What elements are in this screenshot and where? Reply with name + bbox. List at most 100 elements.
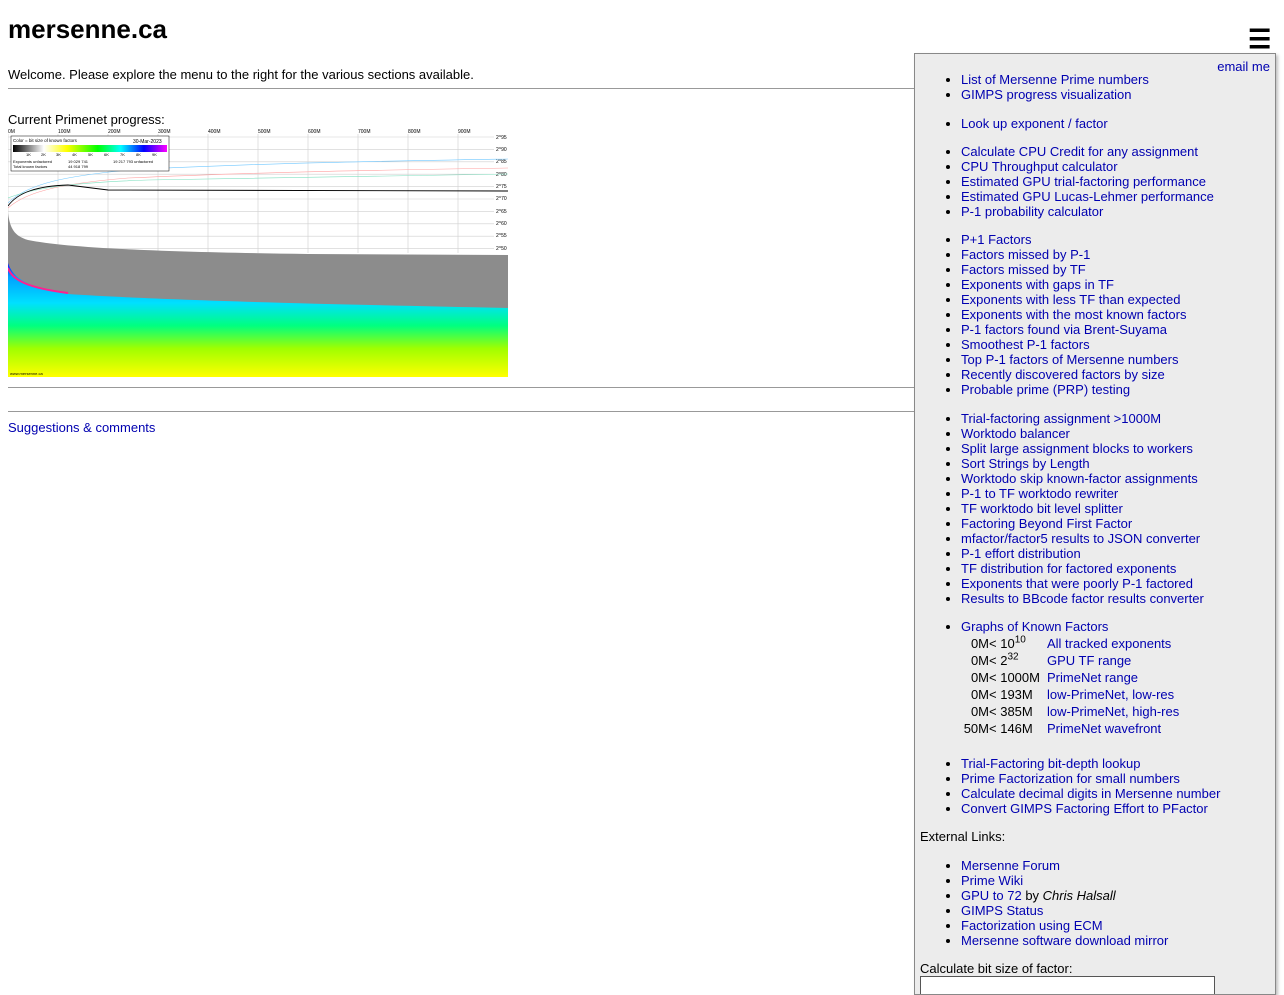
menu-item[interactable]: Recently discovered factors by size — [961, 367, 1186, 382]
menu-link[interactable]: P-1 effort distribution — [961, 546, 1081, 561]
menu-item[interactable]: Factorization using ECM — [961, 918, 1168, 933]
legend-color-scale — [13, 145, 167, 152]
external-link-gpu72[interactable]: GPU to 72 — [961, 888, 1022, 903]
menu-item[interactable]: Worktodo skip known-factor assignments — [961, 471, 1204, 486]
menu-item[interactable]: mfactor/factor5 results to JSON converte… — [961, 531, 1204, 546]
external-link-prime-wiki[interactable]: Prime Wiki — [961, 873, 1023, 888]
menu-link[interactable]: Calculate CPU Credit for any assignment — [961, 144, 1198, 159]
primenet-progress-chart[interactable]: 0M 100M 200M 300M 400M 500M 600M 700M 80… — [8, 128, 508, 377]
menu-link[interactable]: Calculate decimal digits in Mersenne num… — [961, 786, 1220, 801]
hamburger-menu-icon[interactable]: ☰ — [1248, 26, 1271, 52]
menu-link[interactable]: Exponents with the most known factors — [961, 307, 1186, 322]
menu-item[interactable]: Estimated GPU trial-factoring performanc… — [961, 174, 1214, 189]
menu-link[interactable]: Trial-Factoring bit-depth lookup — [961, 756, 1140, 771]
menu-item[interactable]: Probable prime (PRP) testing — [961, 382, 1186, 397]
menu-link[interactable]: TF worktodo bit level splitter — [961, 501, 1123, 516]
menu-item[interactable]: TF distribution for factored exponents — [961, 561, 1204, 576]
menu-item[interactable]: CPU Throughput calculator — [961, 159, 1214, 174]
external-link-download-mirror[interactable]: Mersenne software download mirror — [961, 933, 1168, 948]
menu-link[interactable]: P+1 Factors — [961, 232, 1031, 247]
menu-item[interactable]: Factoring Beyond First Factor — [961, 516, 1204, 531]
menu-item[interactable]: P-1 probability calculator — [961, 204, 1214, 219]
menu-item[interactable]: TF worktodo bit level splitter — [961, 501, 1204, 516]
graph-link[interactable]: PrimeNet range — [1047, 670, 1138, 685]
menu-link[interactable]: Top P-1 factors of Mersenne numbers — [961, 352, 1179, 367]
menu-link[interactable]: P-1 probability calculator — [961, 204, 1103, 219]
menu-link[interactable]: Factors missed by TF — [961, 262, 1086, 277]
y-tick-label: 2^95 — [496, 135, 507, 141]
menu-link[interactable]: Recently discovered factors by size — [961, 367, 1165, 382]
menu-link-graphs[interactable]: Graphs of Known Factors — [961, 619, 1108, 634]
menu-item[interactable]: Calculate CPU Credit for any assignment — [961, 144, 1214, 159]
menu-link[interactable]: Probable prime (PRP) testing — [961, 382, 1130, 397]
menu-link[interactable]: TF distribution for factored exponents — [961, 561, 1176, 576]
external-link-gimps-status[interactable]: GIMPS Status — [961, 903, 1043, 918]
menu-link[interactable]: mfactor/factor5 results to JSON converte… — [961, 531, 1200, 546]
menu-link-lookup[interactable]: Look up exponent / factor — [961, 116, 1108, 131]
menu-link[interactable]: Worktodo skip known-factor assignments — [961, 471, 1198, 486]
graph-link[interactable]: low-PrimeNet, high-res — [1047, 704, 1179, 719]
menu-link-gimps-progress[interactable]: GIMPS progress visualization — [961, 87, 1132, 102]
graph-link[interactable]: All tracked exponents — [1047, 636, 1171, 651]
bit-size-label: Calculate bit size of factor: — [920, 961, 1073, 976]
menu-item[interactable]: Top P-1 factors of Mersenne numbers — [961, 352, 1186, 367]
menu-link-mersenne-primes[interactable]: List of Mersenne Prime numbers — [961, 72, 1149, 87]
menu-link[interactable]: Split large assignment blocks to workers — [961, 441, 1193, 456]
menu-link[interactable]: Smoothest P-1 factors — [961, 337, 1090, 352]
bit-size-input[interactable] — [920, 976, 1215, 994]
menu-link[interactable]: P-1 to TF worktodo rewriter — [961, 486, 1118, 501]
suggestions-comments-link[interactable]: Suggestions & comments — [8, 420, 155, 435]
menu-item[interactable]: Exponents with gaps in TF — [961, 277, 1186, 292]
menu-item[interactable]: P-1 to TF worktodo rewriter — [961, 486, 1204, 501]
menu-item[interactable]: Prime Factorization for small numbers — [961, 771, 1220, 786]
menu-item[interactable]: Split large assignment blocks to workers — [961, 441, 1204, 456]
menu-item[interactable]: Trial-Factoring bit-depth lookup — [961, 756, 1220, 771]
email-me-link[interactable]: email me — [1217, 59, 1270, 74]
menu-item[interactable]: Exponents with less TF than expected — [961, 292, 1186, 307]
menu-link[interactable]: Worktodo balancer — [961, 426, 1070, 441]
menu-item[interactable]: P+1 Factors — [961, 232, 1186, 247]
menu-item[interactable]: P-1 effort distribution — [961, 546, 1204, 561]
menu-item[interactable]: Graphs of Known Factors — [961, 619, 1108, 634]
menu-item[interactable]: GIMPS Status — [961, 903, 1168, 918]
menu-link[interactable]: Factors missed by P-1 — [961, 247, 1090, 262]
menu-item[interactable]: Exponents with the most known factors — [961, 307, 1186, 322]
graph-row: 0M < 193M low-PrimeNet, low-res — [970, 687, 1175, 702]
graph-link[interactable]: GPU TF range — [1047, 653, 1131, 668]
menu-link[interactable]: Sort Strings by Length — [961, 456, 1090, 471]
menu-link[interactable]: Estimated GPU trial-factoring performanc… — [961, 174, 1206, 189]
menu-item[interactable]: Mersenne software download mirror — [961, 933, 1168, 948]
menu-item[interactable]: Estimated GPU Lucas-Lehmer performance — [961, 189, 1214, 204]
menu-item[interactable]: Convert GIMPS Factoring Effort to PFacto… — [961, 801, 1220, 816]
graph-link[interactable]: low-PrimeNet, low-res — [1047, 687, 1174, 702]
menu-link[interactable]: Exponents that were poorly P-1 factored — [961, 576, 1193, 591]
menu-item[interactable]: Sort Strings by Length — [961, 456, 1204, 471]
menu-item[interactable]: P-1 factors found via Brent-Suyama — [961, 322, 1186, 337]
menu-item[interactable]: Factors missed by TF — [961, 262, 1186, 277]
menu-link[interactable]: Exponents with less TF than expected — [961, 292, 1180, 307]
menu-item[interactable]: Look up exponent / factor — [961, 116, 1108, 131]
graph-link[interactable]: PrimeNet wavefront — [1047, 721, 1161, 736]
menu-link[interactable]: Results to BBcode factor results convert… — [961, 591, 1204, 606]
menu-link[interactable]: Estimated GPU Lucas-Lehmer performance — [961, 189, 1214, 204]
menu-item[interactable]: Trial-factoring assignment >1000M — [961, 411, 1204, 426]
menu-link[interactable]: Trial-factoring assignment >1000M — [961, 411, 1161, 426]
menu-link[interactable]: P-1 factors found via Brent-Suyama — [961, 322, 1167, 337]
external-link-ecm[interactable]: Factorization using ECM — [961, 918, 1103, 933]
menu-item[interactable]: Prime Wiki — [961, 873, 1168, 888]
menu-link[interactable]: Exponents with gaps in TF — [961, 277, 1114, 292]
menu-link[interactable]: Prime Factorization for small numbers — [961, 771, 1180, 786]
menu-item[interactable]: Results to BBcode factor results convert… — [961, 591, 1204, 606]
menu-item[interactable]: Exponents that were poorly P-1 factored — [961, 576, 1204, 591]
menu-item[interactable]: List of Mersenne Prime numbers — [961, 72, 1149, 87]
menu-item[interactable]: Factors missed by P-1 — [961, 247, 1186, 262]
menu-link[interactable]: Convert GIMPS Factoring Effort to PFacto… — [961, 801, 1208, 816]
menu-link[interactable]: Factoring Beyond First Factor — [961, 516, 1132, 531]
menu-link[interactable]: CPU Throughput calculator — [961, 159, 1118, 174]
menu-item[interactable]: GIMPS progress visualization — [961, 87, 1149, 102]
menu-item[interactable]: Smoothest P-1 factors — [961, 337, 1186, 352]
menu-item[interactable]: Worktodo balancer — [961, 426, 1204, 441]
menu-item[interactable]: Mersenne Forum — [961, 858, 1168, 873]
external-link-mersenne-forum[interactable]: Mersenne Forum — [961, 858, 1060, 873]
menu-item[interactable]: Calculate decimal digits in Mersenne num… — [961, 786, 1220, 801]
